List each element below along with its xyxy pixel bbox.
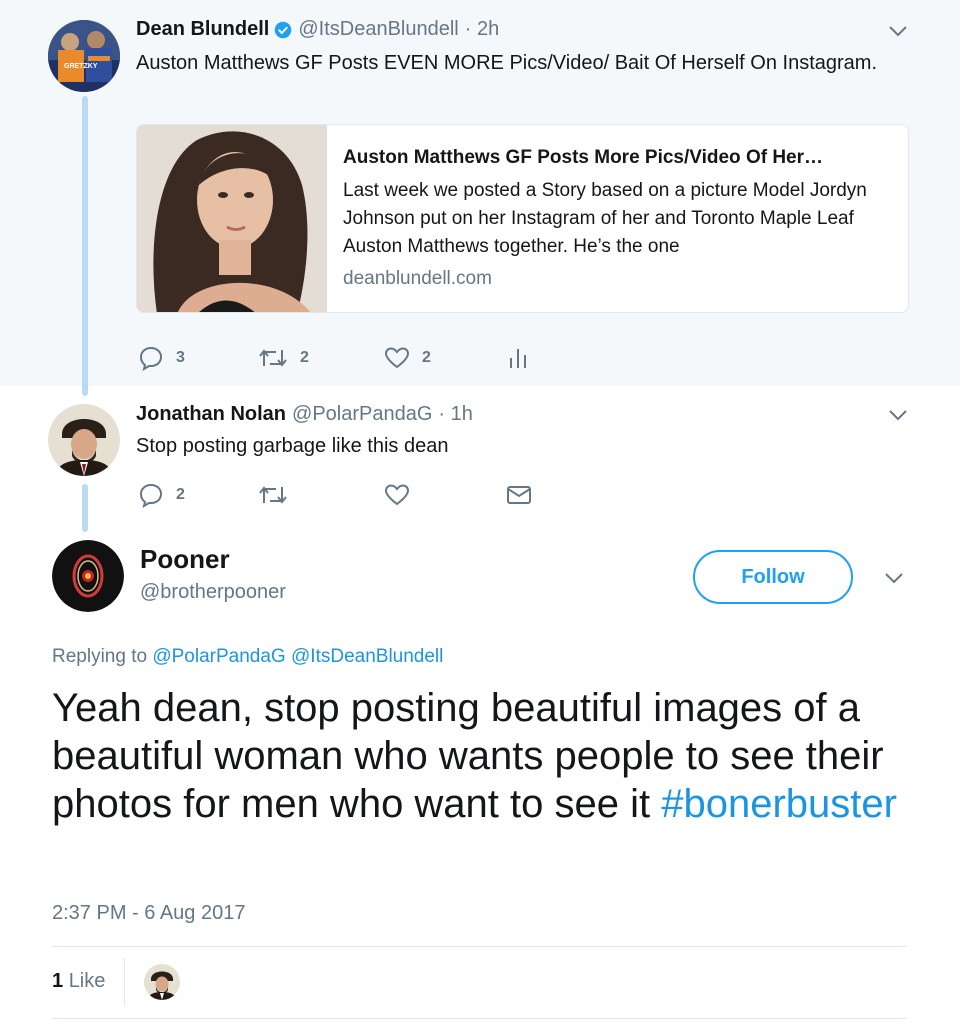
verified-badge-icon: [275, 21, 292, 38]
context-tweet-dean-blundell[interactable]: GRETZKY Dean Blundell @ItsDeanBlundell ·…: [0, 0, 960, 396]
reply-count: 3: [176, 349, 185, 366]
like-count: 2: [422, 349, 431, 366]
tweet-timestamp[interactable]: 2:37 PM - 6 Aug 2017: [52, 902, 245, 925]
reply-icon: [139, 483, 163, 508]
main-author-handle[interactable]: @brotherpooner: [140, 581, 286, 604]
tweet-time[interactable]: · 2h: [465, 18, 499, 41]
replying-to-line: Replying to @PolarPandaG @ItsDeanBlundel…: [52, 646, 443, 668]
retweet-icon: [259, 486, 287, 504]
follow-button[interactable]: Follow: [693, 550, 853, 604]
author-name[interactable]: Dean Blundell: [136, 18, 269, 41]
avatar-jonathan-nolan[interactable]: [48, 404, 120, 476]
like-action[interactable]: [384, 483, 410, 507]
avatar-dean-blundell[interactable]: GRETZKY: [48, 20, 120, 92]
liker-avatar[interactable]: [144, 964, 180, 1000]
card-description: Last week we posted a Story based on a p…: [343, 180, 867, 257]
like-stats[interactable]: 1 Like: [52, 970, 105, 993]
like-stat-count: 1: [52, 970, 64, 992]
reply-action[interactable]: 2: [138, 482, 185, 508]
direct-message-icon: [507, 486, 531, 504]
tweet2-header: Jonathan Nolan @PolarPandaG · 1h: [136, 403, 473, 426]
main-tweet-text: Yeah dean, stop posting beautiful images…: [52, 684, 912, 828]
card-thumbnail-image: [137, 125, 327, 312]
analytics-icon: [510, 349, 526, 368]
thread-connector-line-2: [82, 484, 88, 532]
chevron-down-icon[interactable]: [887, 24, 909, 38]
retweet-count: 2: [300, 349, 309, 366]
reply-action[interactable]: 3: [138, 345, 185, 371]
retweet-action[interactable]: [258, 483, 288, 507]
direct-message-action[interactable]: [506, 484, 532, 506]
analytics-action[interactable]: [508, 346, 528, 370]
retweet-icon: [259, 349, 287, 367]
card-domain: deanblundell.com: [343, 268, 492, 289]
reply-count: 2: [176, 486, 185, 503]
bottom-divider: [52, 1018, 906, 1019]
tweet-time[interactable]: · 1h: [438, 403, 472, 426]
mention-link[interactable]: @PolarPandaG: [152, 646, 285, 667]
thread-connector-line: [82, 96, 88, 396]
author-name[interactable]: Jonathan Nolan: [136, 403, 286, 426]
tweet-text: Stop posting garbage like this dean: [136, 435, 449, 457]
hashtag-link[interactable]: #bonerbuster: [661, 782, 897, 826]
author-handle[interactable]: @ItsDeanBlundell: [298, 18, 458, 41]
card-title: Auston Matthews GF Posts More Pics/Video…: [343, 147, 824, 168]
author-handle[interactable]: @PolarPandaG: [292, 403, 432, 426]
chevron-down-icon[interactable]: [887, 408, 909, 422]
heart-icon: [384, 484, 410, 506]
chevron-down-icon[interactable]: [883, 571, 905, 585]
avatar-pooner[interactable]: [52, 540, 124, 612]
tweet-text: Auston Matthews GF Posts EVEN MORE Pics/…: [136, 52, 878, 74]
mention-link[interactable]: @ItsDeanBlundell: [291, 646, 443, 667]
like-action[interactable]: 2: [384, 346, 431, 370]
replying-prefix: Replying to: [52, 646, 148, 667]
divider: [52, 946, 906, 947]
reply-icon: [139, 346, 163, 371]
stats-vertical-divider: [124, 958, 125, 1006]
main-author-name[interactable]: Pooner: [140, 544, 230, 575]
retweet-action[interactable]: 2: [258, 346, 309, 370]
heart-icon: [384, 347, 410, 369]
like-stat-label: Like: [68, 970, 106, 992]
tweet1-header: Dean Blundell @ItsDeanBlundell · 2h: [136, 18, 499, 41]
avatar-jersey-text: GRETZKY: [64, 63, 98, 70]
link-card[interactable]: Auston Matthews GF Posts More Pics/Video…: [136, 124, 909, 313]
